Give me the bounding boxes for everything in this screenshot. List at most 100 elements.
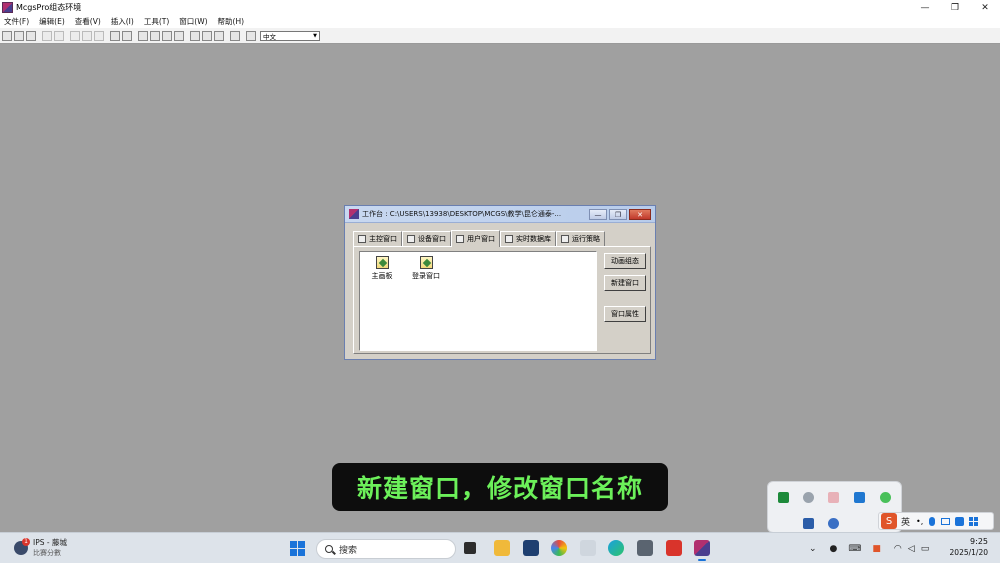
menu-file[interactable]: 文件(F)	[4, 16, 29, 27]
skin-icon[interactable]	[955, 516, 965, 526]
animation-config-button[interactable]: 动画组态	[604, 253, 646, 269]
paste-icon[interactable]	[94, 30, 104, 41]
toolbox-icon[interactable]	[969, 516, 979, 526]
ime-mode-indicator[interactable]: 英	[901, 515, 910, 528]
workbench-logo-icon	[349, 209, 359, 219]
language-select-value: 中文	[263, 32, 276, 41]
start-button[interactable]	[290, 541, 305, 556]
menu-tools[interactable]: 工具(T)	[144, 16, 169, 27]
help-icon[interactable]	[230, 30, 240, 41]
tab-user-window-label: 用户窗口	[467, 235, 495, 243]
tab-user-window[interactable]: 用户窗口	[451, 230, 500, 247]
shield-icon[interactable]	[828, 518, 839, 529]
menu-view[interactable]: 查看(V)	[75, 16, 101, 27]
details-icon[interactable]	[174, 30, 184, 41]
wps-icon[interactable]	[666, 540, 682, 556]
window-properties-button[interactable]: 窗口属性	[604, 306, 646, 322]
ime-toolbar: S 英 •,	[878, 512, 994, 530]
menu-edit[interactable]: 编辑(E)	[39, 16, 65, 27]
tab-realtime-db[interactable]: 实时数据库	[500, 231, 556, 246]
battery-icon[interactable]: ▭	[921, 544, 930, 554]
wechat-icon[interactable]	[880, 492, 891, 503]
window-controls: — ❐ ✕	[910, 0, 1000, 15]
tab-device-label: 设备窗口	[418, 235, 446, 243]
workbench-titlebar[interactable]: 工作台 : C:\USERS\13938\DESKTOP\MCGS\教学\昆仑通…	[345, 206, 655, 223]
save-icon[interactable]	[26, 30, 36, 41]
tool-c-icon[interactable]	[214, 30, 224, 41]
chevron-down-icon: ▼	[313, 32, 317, 39]
strategy-icon	[561, 235, 569, 243]
search-icon	[325, 545, 333, 553]
chrome-icon[interactable]	[551, 540, 567, 556]
workbench-minimize-button[interactable]: —	[589, 209, 607, 220]
tab-run-strategy[interactable]: 运行策略	[556, 231, 605, 246]
language-select[interactable]: 中文 ▼	[260, 30, 320, 41]
print-preview-icon[interactable]	[54, 30, 64, 41]
app-m-icon[interactable]	[854, 492, 865, 503]
redo-icon[interactable]	[122, 30, 132, 41]
taskbar-search[interactable]: 搜索	[316, 539, 456, 559]
undo-icon[interactable]	[110, 30, 120, 41]
menu-window[interactable]: 窗口(W)	[179, 16, 207, 27]
list-icon[interactable]	[162, 30, 172, 41]
workbench-close-button[interactable]: ✕	[629, 209, 651, 220]
mic-icon[interactable]	[929, 516, 936, 526]
open-folder-icon[interactable]	[14, 30, 24, 41]
main-control-icon	[358, 235, 366, 243]
user-window-list[interactable]: 主画板 登录窗口	[359, 251, 597, 351]
align-icon[interactable]	[138, 30, 148, 41]
file-explorer-icon[interactable]	[494, 540, 510, 556]
tree-icon[interactable]	[150, 30, 160, 41]
window-icon	[419, 256, 433, 269]
new-file-icon[interactable]	[2, 30, 12, 41]
snipping-tool-icon[interactable]	[580, 540, 596, 556]
caption-text: 新建窗口，修改窗口名称	[356, 474, 643, 503]
sogou-icon[interactable]: ■	[872, 544, 881, 554]
search-placeholder: 搜索	[339, 545, 358, 556]
microphone-icon[interactable]: ●	[830, 544, 838, 554]
cloud-icon[interactable]	[803, 492, 814, 503]
task-view-icon[interactable]	[464, 542, 476, 554]
mcgs-app-icon[interactable]	[694, 540, 710, 561]
weather-icon: 1	[14, 537, 30, 555]
tab-main-control[interactable]: 主控窗口	[353, 231, 402, 246]
punctuation-icon[interactable]: •,	[916, 517, 923, 526]
workbench-dialog: 工作台 : C:\USERS\13938\DESKTOP\MCGS\教学\昆仑通…	[344, 205, 656, 360]
print-icon[interactable]	[42, 30, 52, 41]
wifi-icon[interactable]: ◠	[894, 544, 902, 554]
list-item[interactable]: 主画板	[362, 256, 402, 281]
xbox-icon[interactable]	[778, 492, 789, 503]
user-window-panel: 主画板 登录窗口 动画组态 新建窗口 窗口属性	[353, 246, 651, 354]
volume-icon[interactable]: ◁	[908, 544, 915, 554]
copy-icon[interactable]	[82, 30, 92, 41]
store-icon[interactable]	[523, 540, 539, 556]
tab-run-strategy-label: 运行策略	[572, 235, 600, 243]
toolbar: 中文 ▼	[0, 28, 1000, 44]
camera-icon[interactable]	[637, 540, 653, 556]
soft-keyboard-icon[interactable]	[941, 517, 951, 525]
device-icon	[407, 235, 415, 243]
system-tray: ⌄ ● ⌨ ■ ◠ ◁ ▭	[806, 533, 932, 563]
tool-a-icon[interactable]	[190, 30, 200, 41]
taskbar-clock[interactable]: 9:25 2025/1/20	[950, 537, 988, 557]
new-window-button[interactable]: 新建窗口	[604, 275, 646, 291]
tool-b-icon[interactable]	[202, 30, 212, 41]
language-icon[interactable]	[246, 30, 256, 41]
gear-pink-icon[interactable]	[828, 492, 839, 503]
close-button[interactable]: ✕	[970, 0, 1000, 15]
workbench-restore-button[interactable]: ❐	[609, 209, 627, 220]
tab-device[interactable]: 设备窗口	[402, 231, 451, 246]
keyboard-icon[interactable]: ⌨	[848, 544, 861, 554]
menu-insert[interactable]: 插入(I)	[111, 16, 134, 27]
chevron-up-icon[interactable]: ⌄	[809, 544, 817, 554]
menu-help[interactable]: 帮助(H)	[218, 16, 245, 27]
weather-widget[interactable]: 1 IPS - 藤城 比賽分數	[14, 537, 67, 558]
minimize-button[interactable]: —	[910, 0, 940, 15]
weather-title: IPS - 藤城	[33, 538, 67, 547]
sogou-logo-icon[interactable]: S	[881, 513, 897, 529]
edge-icon[interactable]	[608, 540, 624, 556]
list-item[interactable]: 登录窗口	[406, 256, 446, 281]
maximize-button[interactable]: ❐	[940, 0, 970, 15]
word-icon[interactable]	[803, 518, 814, 529]
cut-icon[interactable]	[70, 30, 80, 41]
